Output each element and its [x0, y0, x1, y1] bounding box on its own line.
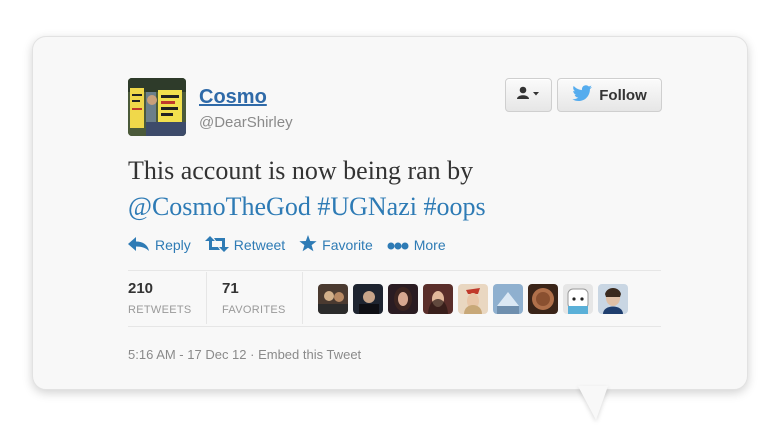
favoriter-avatar[interactable] [563, 284, 593, 314]
favoriter-avatar[interactable] [458, 284, 488, 314]
favoriter-avatar[interactable] [318, 284, 348, 314]
retweets-label: RETWEETS [128, 304, 192, 316]
user-actions-button[interactable] [505, 78, 552, 112]
favoriter-avatar[interactable] [388, 284, 418, 314]
favoriter-avatar[interactable] [423, 284, 453, 314]
retweet-action[interactable]: Retweet [204, 235, 286, 255]
favorites-stat[interactable]: 71 FAVORITES [222, 280, 286, 316]
tweet-actions: Reply Retweet Favorite More [128, 234, 460, 256]
hashtag-oops[interactable]: #oops [423, 192, 485, 221]
tweet-text: This account is now being ran by @CosmoT… [128, 153, 688, 225]
favoriter-avatar[interactable] [598, 284, 628, 314]
reply-action[interactable]: Reply [128, 236, 191, 254]
tweet-text-body: This account is now being ran by [128, 156, 474, 185]
stat-separator [302, 272, 303, 324]
tweet-timestamp[interactable]: 5:16 AM - 17 Dec 12 · Embed this Tweet [128, 347, 361, 362]
twitter-bird-icon [572, 85, 599, 105]
follow-button[interactable]: Follow [557, 78, 662, 112]
divider [128, 326, 661, 327]
reply-icon [128, 236, 155, 254]
mention-cosmothegod[interactable]: @CosmoTheGod [128, 192, 311, 221]
reply-label: Reply [155, 237, 191, 253]
speech-bubble-tail [578, 386, 608, 420]
more-action[interactable]: More [387, 237, 446, 253]
more-label: More [413, 237, 446, 253]
follow-button-label: Follow [599, 86, 647, 104]
avatar[interactable] [128, 78, 186, 136]
stat-separator [206, 272, 207, 324]
retweet-icon [204, 235, 234, 255]
favorites-label: FAVORITES [222, 304, 286, 316]
retweets-count: 210 [128, 280, 154, 297]
retweets-stat[interactable]: 210 RETWEETS [128, 280, 192, 316]
user-dropdown-icon [516, 86, 541, 105]
favoriters-avatars [318, 284, 633, 314]
retweet-label: Retweet [233, 237, 286, 253]
favoriter-avatar[interactable] [353, 284, 383, 314]
favoriter-avatar[interactable] [528, 284, 558, 314]
divider [128, 270, 661, 271]
hashtag-ugnazi[interactable]: #UGNazi [317, 192, 417, 221]
favorites-count: 71 [222, 280, 239, 297]
more-dots-icon [387, 237, 414, 253]
favoriter-avatar[interactable] [493, 284, 523, 314]
user-name[interactable]: Cosmo [199, 86, 267, 109]
favorite-label: Favorite [322, 237, 373, 253]
favorite-action[interactable]: Favorite [299, 235, 373, 255]
star-icon [299, 235, 322, 255]
user-handle: @DearShirley [199, 114, 293, 131]
